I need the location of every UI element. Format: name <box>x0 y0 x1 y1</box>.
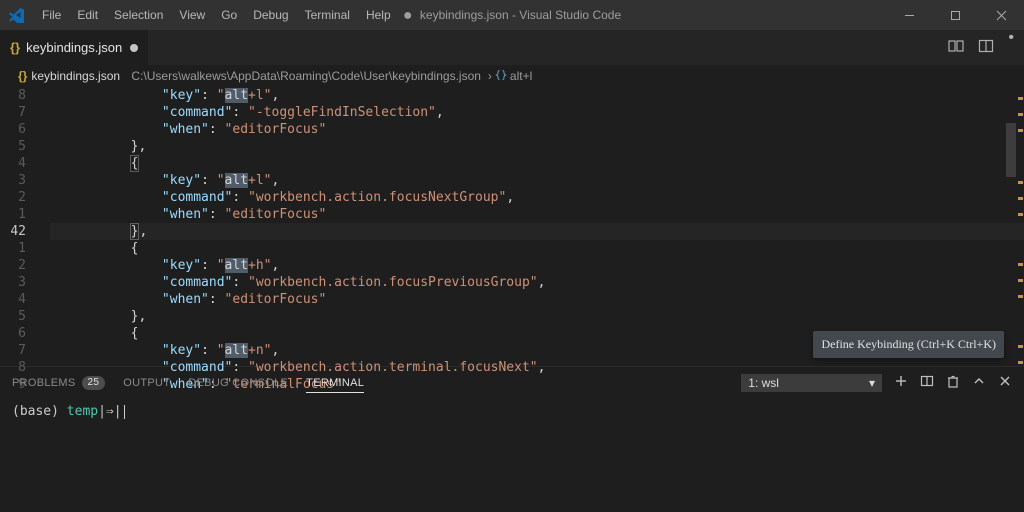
code-line[interactable]: "key": "alt+l", <box>50 87 1024 104</box>
editor-tabs: {} keybindings.json • <box>0 30 1024 65</box>
menu-terminal[interactable]: Terminal <box>297 0 358 30</box>
code-line[interactable]: }, <box>50 308 1024 325</box>
code-line[interactable]: "when": "editorFocus" <box>50 206 1024 223</box>
split-terminal-icon[interactable] <box>920 374 934 391</box>
menu-help[interactable]: Help <box>358 0 399 30</box>
breadcrumb-filename: keybindings.json <box>31 69 120 83</box>
panel-tab-terminal[interactable]: Terminal <box>306 377 364 393</box>
titlebar: FileEditSelectionViewGoDebugTerminalHelp… <box>0 0 1024 30</box>
json-file-icon: {} <box>18 69 27 83</box>
line-gutter: 8765432142123456789 <box>0 87 32 366</box>
prompt-dir: temp <box>67 404 98 419</box>
panel-tab-output[interactable]: Output <box>123 377 170 389</box>
compare-changes-icon[interactable] <box>948 38 964 57</box>
tab-keybindings[interactable]: {} keybindings.json <box>0 30 149 65</box>
json-file-icon: {} <box>10 40 20 55</box>
minimize-button[interactable] <box>886 0 932 30</box>
breadcrumb-path: C:\Users\walkews\AppData\Roaming\Code\Us… <box>131 69 481 83</box>
braces-icon <box>495 69 507 84</box>
code-line[interactable]: "key": "alt+h", <box>50 257 1024 274</box>
fold-column <box>32 87 50 366</box>
scrollbar-thumb[interactable] <box>1006 123 1016 177</box>
panel-tabs: Problems 25 Output Debug Console Termina… <box>0 367 1024 398</box>
editor[interactable]: 8765432142123456789 "key": "alt+l", "com… <box>0 87 1024 366</box>
more-actions-icon[interactable]: • <box>1008 38 1014 57</box>
terminal-cursor <box>124 405 125 419</box>
code-line[interactable]: "when": "editorFocus" <box>50 121 1024 138</box>
terminal-view[interactable]: (base) temp|⇒| <box>0 398 1024 512</box>
code-area[interactable]: "key": "alt+l", "command": "-toggleFindI… <box>50 87 1024 366</box>
overview-ruler[interactable] <box>1016 87 1024 366</box>
code-line[interactable]: "when": "editorFocus" <box>50 291 1024 308</box>
tab-label: keybindings.json <box>26 40 122 55</box>
maximize-button[interactable] <box>932 0 978 30</box>
menu-selection[interactable]: Selection <box>106 0 171 30</box>
chevron-down-icon: ▾ <box>869 376 875 390</box>
breadcrumb[interactable]: {} keybindings.json C:\Users\walkews\App… <box>0 65 1024 87</box>
split-editor-icon[interactable] <box>978 38 994 57</box>
window-controls <box>886 0 1024 30</box>
close-panel-icon[interactable] <box>998 374 1012 391</box>
menu-debug[interactable]: Debug <box>245 0 296 30</box>
menu-bar: FileEditSelectionViewGoDebugTerminalHelp <box>34 0 399 30</box>
bottom-panel: Problems 25 Output Debug Console Termina… <box>0 366 1024 512</box>
vscode-logo-icon <box>0 0 34 30</box>
code-line[interactable]: "key": "alt+l", <box>50 172 1024 189</box>
menu-go[interactable]: Go <box>213 0 245 30</box>
terminal-selector[interactable]: 1: wsl ▾ <box>741 374 882 392</box>
dirty-dot-icon: ● <box>403 7 413 24</box>
problems-count-badge: 25 <box>82 376 106 390</box>
code-line[interactable]: { <box>50 240 1024 257</box>
define-keybinding-tooltip: Define Keybinding (Ctrl+K Ctrl+K) <box>813 331 1004 358</box>
maximize-panel-icon[interactable] <box>972 374 986 391</box>
panel-tab-problems[interactable]: Problems 25 <box>12 376 105 390</box>
code-line[interactable]: { <box>50 155 1024 172</box>
code-line[interactable]: }, <box>50 138 1024 155</box>
breadcrumb-shortcut: alt+l <box>510 69 532 83</box>
code-line[interactable]: "command": "workbench.action.focusPrevio… <box>50 274 1024 291</box>
menu-file[interactable]: File <box>34 0 69 30</box>
chevron-right-icon: › <box>488 69 492 83</box>
code-line[interactable]: "command": "workbench.action.focusNextGr… <box>50 189 1024 206</box>
new-terminal-icon[interactable] <box>894 374 908 391</box>
prompt-tail: |⇒| <box>98 404 121 419</box>
kill-terminal-icon[interactable] <box>946 374 960 391</box>
menu-view[interactable]: View <box>171 0 213 30</box>
close-button[interactable] <box>978 0 1024 30</box>
code-line[interactable]: "command": "-toggleFindInSelection", <box>50 104 1024 121</box>
panel-tab-debug-console[interactable]: Debug Console <box>188 377 288 389</box>
prompt-env: (base) <box>12 404 67 419</box>
editor-scrollbar[interactable] <box>1006 87 1016 366</box>
menu-edit[interactable]: Edit <box>69 0 106 30</box>
tab-dirty-icon <box>130 44 138 52</box>
